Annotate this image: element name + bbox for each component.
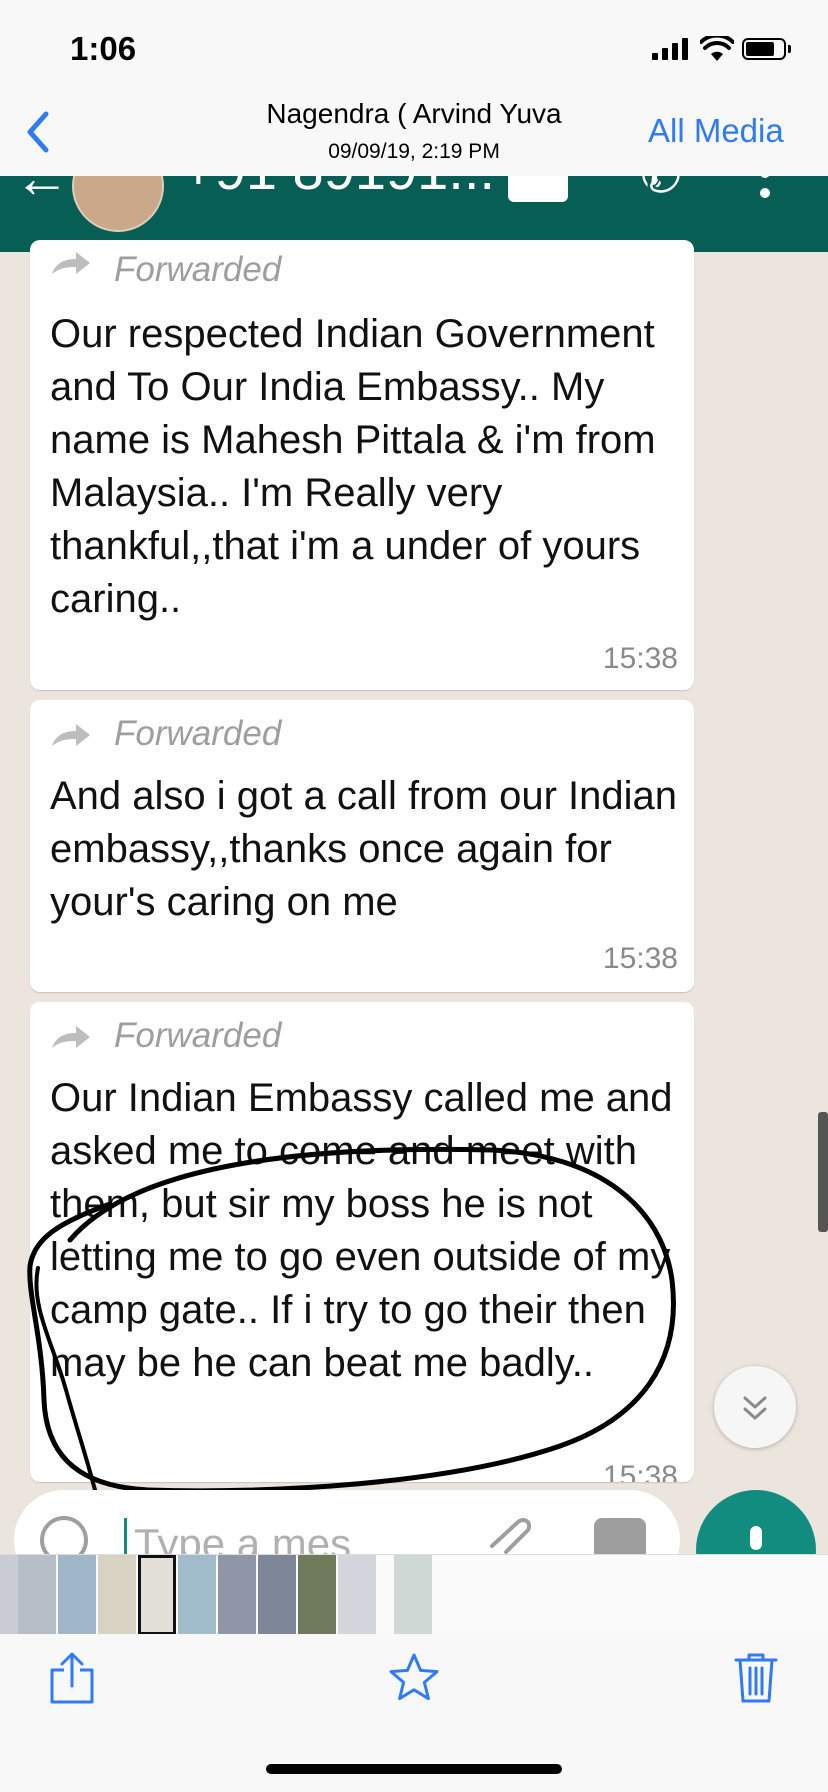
thumbnail[interactable] <box>258 1555 296 1635</box>
message-bubble-1: Forwarded Our respected Indian Governmen… <box>30 240 694 690</box>
forwarded-label: Forwarded <box>114 250 282 289</box>
thumbnail-selected[interactable] <box>138 1555 176 1635</box>
thumbnail[interactable] <box>394 1555 432 1635</box>
contact-avatar <box>72 176 164 232</box>
forwarded-icon <box>52 252 90 274</box>
video-call-icon <box>508 176 568 202</box>
forwarded-label: Forwarded <box>114 714 282 753</box>
message-text: Our respected Indian Government and To O… <box>50 312 656 621</box>
thumbnail[interactable] <box>98 1555 136 1635</box>
battery-tip <box>788 45 791 53</box>
scroll-down-icon <box>743 1396 767 1420</box>
thumbnail[interactable] <box>298 1555 336 1635</box>
forwarded-label: Forwarded <box>114 1016 282 1055</box>
phone-call-icon: ✆ <box>640 176 682 200</box>
home-indicator[interactable] <box>266 1764 562 1774</box>
battery-icon <box>742 38 786 60</box>
thumbnail-strip[interactable] <box>0 1554 828 1635</box>
hand-drawn-circle-annotation <box>27 1146 676 1496</box>
thumbnail[interactable] <box>58 1555 96 1635</box>
forwarded-icon <box>52 724 90 746</box>
message-time: 15:38 <box>602 642 678 675</box>
all-media-button[interactable]: All Media <box>648 112 784 150</box>
status-time: 1:06 <box>70 30 137 67</box>
share-icon[interactable] <box>48 1652 96 1704</box>
thumbnail[interactable] <box>218 1555 256 1635</box>
message-bubble-2: Forwarded And also i got a call from our… <box>30 700 694 992</box>
photo-date: 09/09/19, 2:19 PM <box>328 140 500 163</box>
more-options-icon <box>760 176 770 198</box>
photo-title: Nagendra ( Arvind Yuva <box>266 98 562 129</box>
trash-icon[interactable] <box>734 1652 778 1704</box>
contact-name: +91 89191... <box>182 176 495 198</box>
wifi-icon <box>700 36 734 61</box>
scroll-down-button[interactable] <box>714 1366 796 1448</box>
message-time: 15:38 <box>602 942 678 975</box>
thumbnail[interactable] <box>338 1555 376 1635</box>
whatsapp-back-arrow-icon: ← <box>14 176 70 209</box>
cellular-signal-icon <box>652 38 688 60</box>
star-icon[interactable] <box>388 1652 440 1702</box>
thumbnail[interactable] <box>178 1555 216 1635</box>
chat-scrollbar[interactable] <box>818 1112 828 1232</box>
forwarded-icon <box>52 1026 90 1048</box>
back-chevron-icon[interactable] <box>22 108 54 156</box>
thumbnail[interactable] <box>18 1555 56 1635</box>
message-text: And also i got a call from our Indian em… <box>50 774 678 924</box>
